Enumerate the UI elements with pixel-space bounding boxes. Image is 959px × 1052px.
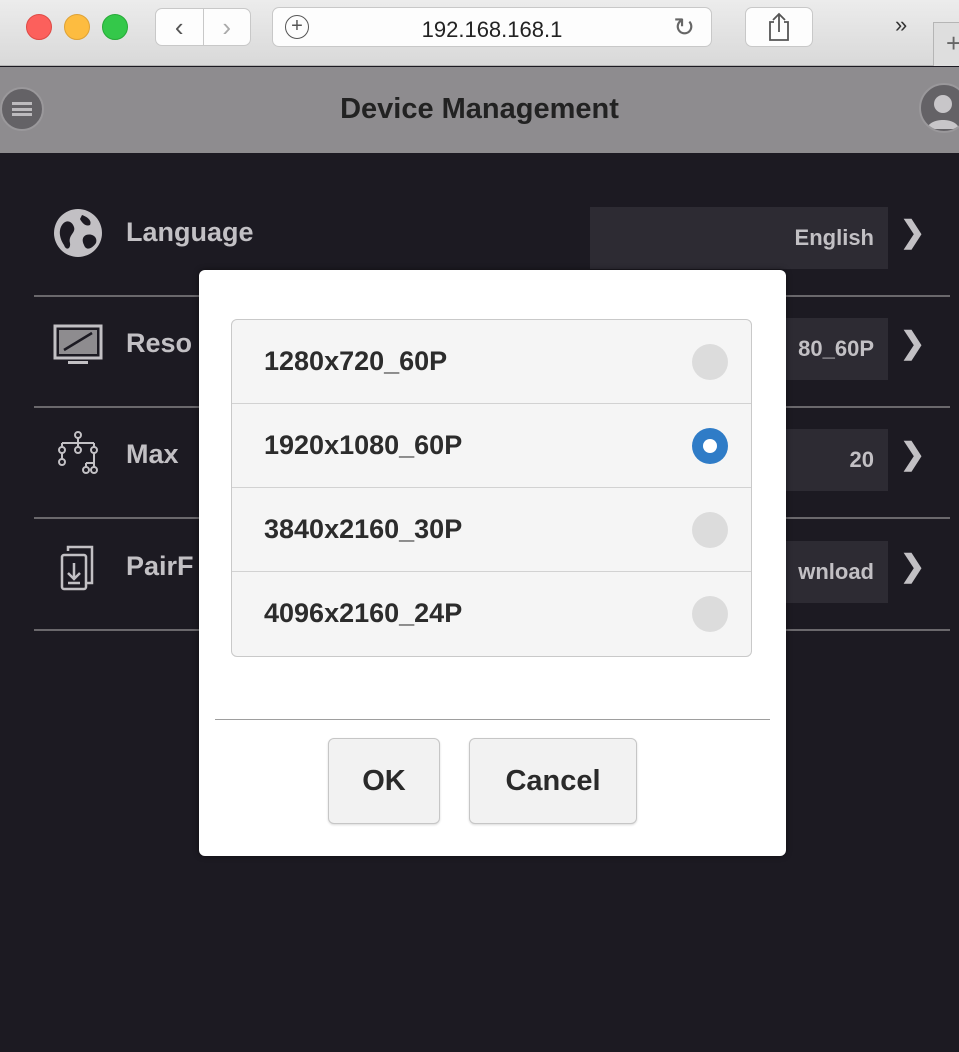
- share-icon: [769, 12, 789, 41]
- setting-label: PairF: [126, 551, 194, 581]
- share-button[interactable]: [745, 7, 813, 47]
- minimize-window-button[interactable]: [64, 14, 90, 40]
- setting-label: Language: [126, 217, 254, 247]
- dialog-divider: [215, 719, 770, 720]
- globe-icon: [54, 209, 102, 257]
- option-label: 3840x2160_30P: [264, 514, 463, 544]
- more-tabs-button[interactable]: »: [895, 12, 907, 38]
- chevron-right-icon[interactable]: ❯: [900, 437, 925, 472]
- chevron-right-icon[interactable]: ❯: [900, 215, 925, 250]
- option-label: 1280x720_60P: [264, 346, 448, 376]
- page-title: Device Management: [340, 93, 619, 125]
- address-bar[interactable]: + 192.168.168.1 ↻: [272, 7, 712, 47]
- resolution-option[interactable]: 1280x720_60P: [232, 320, 751, 404]
- resolution-option-list: 1280x720_60P 1920x1080_60P 3840x2160_30P…: [231, 319, 752, 657]
- user-icon: [927, 95, 959, 129]
- chevron-right-icon: ›: [222, 11, 232, 42]
- setting-label: Reso: [126, 328, 193, 358]
- reload-icon[interactable]: ↻: [673, 12, 695, 43]
- chevron-right-icon[interactable]: ❯: [900, 326, 925, 361]
- radio-button[interactable]: [692, 512, 728, 548]
- close-window-button[interactable]: [26, 14, 52, 40]
- setting-label: Max: [126, 439, 179, 469]
- app-header: Device Management: [0, 67, 959, 153]
- browser-toolbar: ‹ › + 192.168.168.1 ↻ » +: [0, 0, 959, 66]
- radio-button[interactable]: [692, 596, 728, 632]
- download-doc-icon: [60, 545, 94, 591]
- setting-value[interactable]: English: [590, 207, 888, 269]
- back-button[interactable]: ‹: [156, 9, 203, 45]
- cancel-button[interactable]: Cancel: [469, 738, 637, 824]
- option-label: 1920x1080_60P: [264, 430, 463, 460]
- resolution-option[interactable]: 1920x1080_60P: [232, 404, 751, 488]
- new-tab-button[interactable]: +: [933, 22, 959, 66]
- url-text: 192.168.168.1: [421, 17, 563, 42]
- resolution-option[interactable]: 4096x2160_24P: [232, 572, 751, 656]
- resolution-option[interactable]: 3840x2160_30P: [232, 488, 751, 572]
- monitor-icon: [53, 324, 103, 364]
- resolution-dialog: 1280x720_60P 1920x1080_60P 3840x2160_30P…: [199, 270, 786, 856]
- zoom-window-button[interactable]: [102, 14, 128, 40]
- navigation-buttons: ‹ ›: [155, 8, 251, 46]
- radio-button[interactable]: [692, 344, 728, 380]
- forward-button[interactable]: ›: [202, 9, 251, 45]
- tree-icon: [58, 431, 98, 474]
- ok-button[interactable]: OK: [328, 738, 440, 824]
- radio-button-selected[interactable]: [692, 428, 728, 464]
- option-label: 4096x2160_24P: [264, 598, 463, 628]
- chevron-left-icon: ‹: [174, 11, 184, 42]
- chevron-right-icon[interactable]: ❯: [900, 549, 925, 584]
